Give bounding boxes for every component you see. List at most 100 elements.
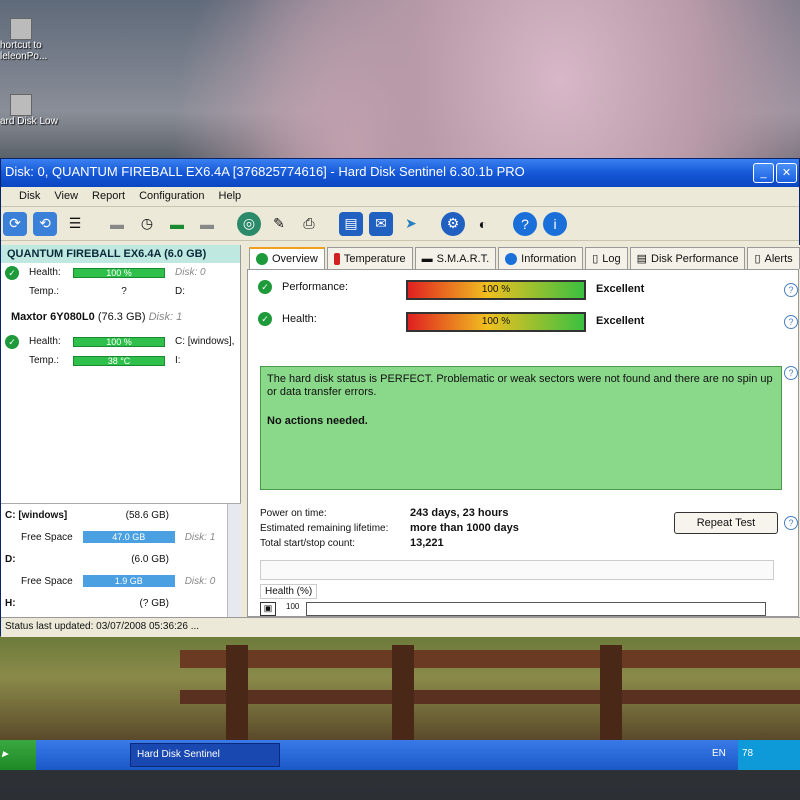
gear-icon[interactable]: ⚙ (441, 211, 465, 236)
help-icon[interactable]: ? (784, 315, 798, 329)
tab-strip: Overview Temperature ▬ S.M.A.R.T. Inform… (245, 245, 800, 269)
health-history-chart (306, 602, 766, 616)
minimize-button[interactable]: _ (753, 163, 774, 183)
desktop-shortcut-icon[interactable]: hortcut to leleonPo... (0, 18, 70, 62)
globe-icon[interactable]: ◎ (237, 211, 261, 236)
volume-row[interactable]: C: [windows] (58.6 GB) (1, 504, 241, 526)
tab-label: Information (521, 252, 577, 265)
temp-bar: 38 °C (73, 355, 165, 366)
taskbar-item-hds[interactable]: Hard Disk Sentinel (130, 743, 280, 767)
settings-icon[interactable]: ◐ (471, 212, 495, 236)
temp-label: Temp.: (29, 286, 60, 297)
volume-name: H: (5, 597, 16, 609)
tab-log[interactable]: ▯ Log (585, 247, 628, 269)
volume-row[interactable]: H: (? GB) (1, 592, 241, 614)
disk-ref: Disk: 0 (175, 267, 206, 278)
disk-icon[interactable]: ▬ (195, 212, 219, 236)
menu-disk[interactable]: Disk (19, 190, 40, 203)
mail-icon[interactable]: ✉ (369, 211, 393, 236)
menu-configuration[interactable]: Configuration (139, 190, 204, 203)
help-icon[interactable]: ? (784, 283, 798, 297)
health-bar: 100 % (73, 267, 165, 278)
status-text: The hard disk status is PERFECT. Problem… (267, 373, 773, 398)
tab-disk-performance[interactable]: ▤ Disk Performance (629, 247, 746, 269)
disk-ref: Disk: 0 (184, 575, 216, 587)
start-stop-value: 13,221 (410, 537, 444, 549)
refresh-icon[interactable]: ⟳ (3, 211, 27, 236)
help-icon[interactable]: ? (784, 516, 798, 530)
menu-view[interactable]: View (54, 190, 78, 203)
wallpaper-post (226, 645, 248, 740)
free-space-bar: 47.0 GB (82, 531, 175, 543)
check-icon: ✓ (258, 312, 272, 326)
disk-health-row: ✓ Health: 100 % C: [windows], (1, 332, 240, 351)
printer-icon[interactable]: ⎙ (297, 212, 321, 236)
status-description: The hard disk status is PERFECT. Problem… (260, 366, 782, 490)
hard-disk-icon (10, 94, 32, 116)
check-icon (256, 253, 268, 265)
save-icon[interactable]: ▣ (260, 602, 276, 616)
performance-label: Performance: (282, 281, 349, 293)
refresh-all-icon[interactable]: ⟲ (33, 211, 57, 236)
menu-report[interactable]: Report (92, 190, 125, 203)
note-input[interactable] (260, 560, 774, 580)
disk-header-1[interactable]: Maxtor 6Y080L0 (76.3 GB) Disk: 1 (1, 307, 240, 326)
app-window: Disk: 0, QUANTUM FIREBALL EX6.4A [376825… (0, 158, 800, 637)
check-icon: ✓ (5, 334, 19, 349)
overview-panel: ✓ Performance: 100 % Excellent ? ✓ Healt… (247, 269, 799, 617)
volume-name: D: (5, 553, 16, 565)
tab-label: Temperature (343, 252, 406, 265)
list-icon[interactable]: ☰ (63, 212, 87, 236)
menu-help[interactable]: Help (219, 190, 242, 203)
power-on-value: 243 days, 23 hours (410, 507, 509, 519)
status-updated-text: Status last updated: 03/07/2008 05:36:26… (5, 621, 200, 632)
disk-temp-row: Temp.: ? D: (1, 282, 240, 301)
window-title: Disk: 0, QUANTUM FIREBALL EX6.4A [376825… (5, 164, 525, 179)
volume-row[interactable]: D: (6.0 GB) (1, 548, 241, 570)
help-icon[interactable]: ? (513, 211, 537, 236)
start-stop-label: Total start/stop count: (260, 538, 356, 549)
drive-letter: I: (175, 355, 181, 366)
disk-tool-icon[interactable]: ▬ (105, 212, 129, 236)
desktop-hdd-label: ard Disk Low (0, 116, 58, 127)
title-bar[interactable]: Disk: 0, QUANTUM FIREBALL EX6.4A [376825… (1, 159, 799, 187)
start-button[interactable]: ▸ (0, 740, 36, 770)
disk-header-0[interactable]: QUANTUM FIREBALL EX6.4A (6.0 GB) (1, 245, 240, 263)
tab-alerts[interactable]: ▯ Alerts (747, 247, 800, 269)
language-indicator[interactable]: EN (712, 748, 726, 759)
performance-row: ✓ Performance: 100 % Excellent ? (258, 280, 798, 300)
free-space-row: Free Space 47.0 GB Disk: 1 (1, 526, 241, 548)
close-button[interactable]: ✕ (776, 163, 797, 183)
send-icon[interactable]: ➤ (399, 212, 423, 236)
tab-smart[interactable]: ▬ S.M.A.R.T. (414, 247, 497, 269)
volume-size: (58.6 GB) (125, 509, 169, 521)
tools-icon[interactable]: ✎ (267, 212, 291, 236)
stats-values: 243 days, 23 hours more than 1000 days 1… (410, 506, 519, 551)
tab-information[interactable]: Information (498, 247, 584, 269)
tray-value[interactable]: 78 (742, 748, 753, 759)
details-panel: Overview Temperature ▬ S.M.A.R.T. Inform… (245, 245, 800, 617)
help-icon[interactable]: ? (784, 366, 798, 380)
tab-label: Alerts (764, 252, 793, 265)
wallpaper-post (392, 645, 414, 740)
health-verdict: Excellent (596, 315, 645, 327)
free-space-row: Free Space 1.9 GB Disk: 0 (1, 570, 241, 592)
tab-temperature[interactable]: Temperature (326, 247, 413, 269)
performance-verdict: Excellent (596, 283, 645, 295)
check-icon: ✓ (5, 265, 19, 280)
task-label: Hard Disk Sentinel (137, 749, 220, 760)
info-icon[interactable]: i (543, 211, 567, 236)
repeat-test-button[interactable]: Repeat Test (674, 512, 778, 534)
report-icon[interactable]: ▤ (339, 211, 363, 236)
volume-scrollbar[interactable] (227, 504, 241, 618)
performance-icon: ▤ (636, 253, 648, 265)
check-icon: ✓ (258, 280, 272, 294)
tab-overview[interactable]: Overview (249, 247, 325, 269)
clock-icon[interactable]: ◷ (135, 212, 159, 236)
wallpaper-post (600, 645, 622, 740)
desktop-hdd-icon[interactable]: ard Disk Low (0, 94, 70, 127)
test-icon[interactable]: ▬ (165, 212, 189, 236)
health-axis-label: 100 (286, 602, 300, 611)
health-label: Health: (29, 336, 61, 347)
toolbar: ⟳ ⟲ ☰ ▬ ◷ ▬ ▬ ◎ ✎ ⎙ ▤ ✉ ➤ ⚙ ◐ ? i (1, 207, 799, 241)
